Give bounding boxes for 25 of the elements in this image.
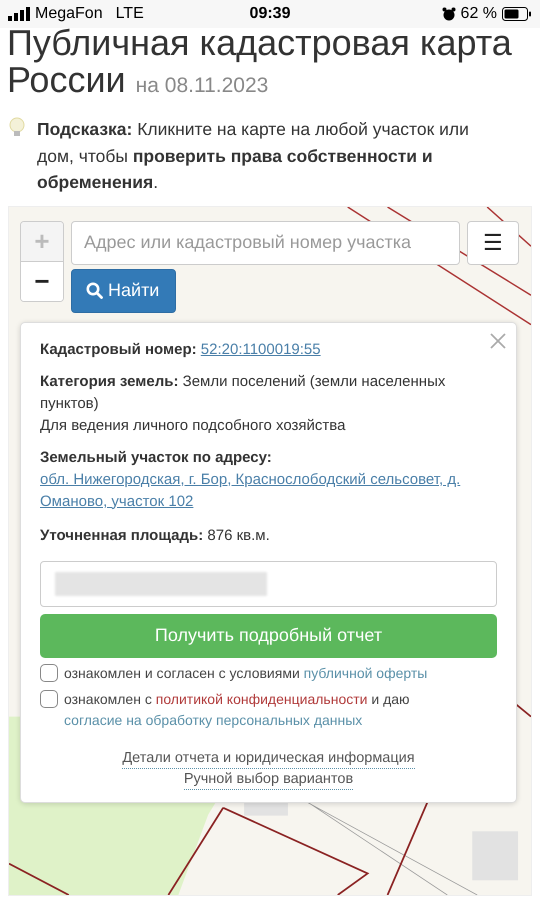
offer-link[interactable]: публичной оферты (304, 664, 428, 680)
network-type: LTE (116, 5, 144, 23)
cadastral-number-link[interactable]: 52:20:1100019:55 (200, 340, 321, 358)
clock-time: 09:39 (250, 5, 290, 23)
footer-link[interactable]: Детали отчета и юридическая информация (122, 748, 415, 768)
consent-text: ознакомлен с политикой конфиденциальности и даю согласие на обработку персональных данных (64, 690, 411, 730)
footer-link[interactable]: Ручной выбор вариантов (184, 770, 354, 790)
find-button[interactable]: Найти (71, 268, 176, 312)
address-label: Земельный участок по адресу: (40, 448, 273, 468)
address-link[interactable]: обл. Нижегородская, г. Бор, Краснослободский сельсовет, д. Оманово, участок 102 (40, 468, 497, 512)
page-title: Публичная кадастровая карта России на 08.11.2023 (7, 24, 513, 102)
report-button[interactable]: Получить подробный отчет (40, 614, 497, 658)
carrier-name: MegaFon (35, 5, 103, 23)
battery-percent: 62 % (460, 5, 498, 23)
privacy-policy-link[interactable]: политикой конфиденциальности (156, 690, 368, 706)
info-line: Для ведения личного подсобного хозяйства (40, 416, 346, 436)
info-line: Уточненная площадь: 876 кв.м. (40, 526, 271, 546)
info-line: Категория земель: Земли поселений (земли населенных пунктов) (40, 372, 446, 414)
menu-button[interactable]: ☰ (467, 220, 519, 264)
offer-link[interactable]: согласие на обработку персональных данных (64, 712, 362, 728)
info-line: Кадастровый номер: 52:20:1100019:55 (40, 340, 322, 360)
date-label: на 08.11.2023 (136, 74, 268, 97)
hint-text: Подсказка: Кликните на карте на любой участок или дом, чтобы проверить права собственности и обременения. (37, 118, 470, 194)
consent-text: ознакомлен и согласен с условиями публичной оферты (64, 664, 428, 683)
search-field[interactable]: Адрес или кадастровый номер участка (71, 220, 460, 264)
